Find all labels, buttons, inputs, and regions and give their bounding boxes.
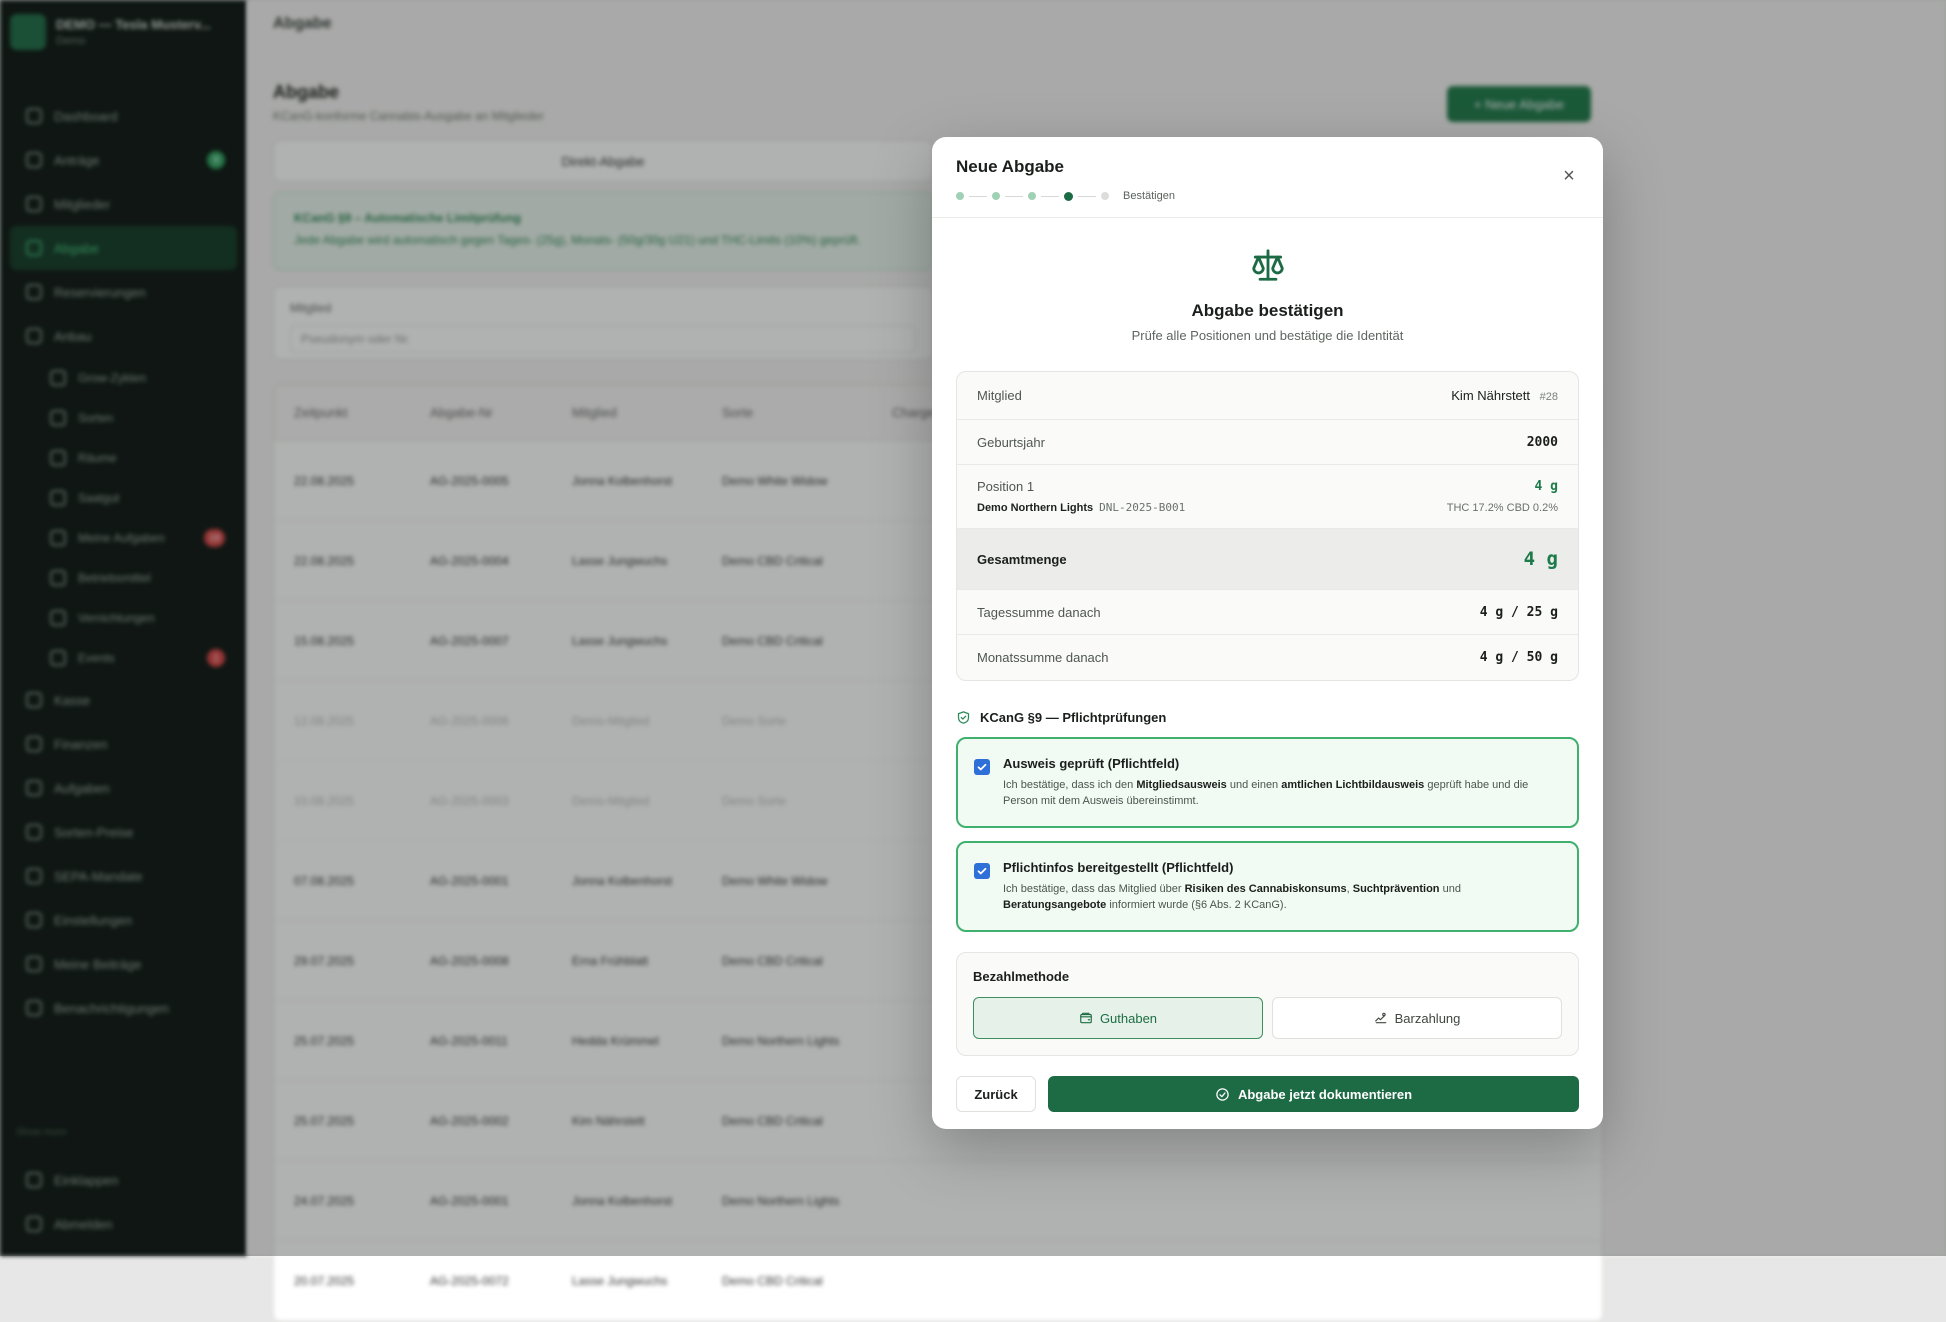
summary-monthly-row: Monatssumme danach 4 g / 50 g (957, 635, 1578, 680)
info-check-title: Pflichtinfos bereitgestellt (Pflichtfeld… (1003, 860, 1234, 875)
submit-label: Abgabe jetzt dokumentieren (1237, 1086, 1413, 1102)
text-bold: Risiken des Cannabiskonsums (1184, 883, 1347, 895)
step-connector (969, 195, 987, 197)
birthyear-label: Geburtsjahr (977, 434, 1045, 450)
submit-dispense-button[interactable]: Abgabe jetzt dokumentieren (1048, 1076, 1579, 1112)
text-bold: Suchtprävention (1352, 883, 1440, 895)
monthly-value: 4 g / 50 g (1479, 650, 1558, 665)
member-label: Mitglied (977, 388, 1022, 403)
daily-value: 4 g / 25 g (1479, 604, 1558, 620)
scale-icon (1251, 249, 1284, 281)
birthyear-value: 2000 (1526, 434, 1558, 450)
id-check-title: Ausweis geprüft (Pflichtfeld) (1003, 756, 1180, 771)
member-name: Kim Nährstett (1451, 388, 1531, 403)
position-amount: 4 g (1534, 479, 1558, 494)
pay-cash-button[interactable]: Barzahlung (1272, 997, 1562, 1039)
step-dot-2 (992, 192, 1000, 200)
modal-title: Neue Abgabe (956, 157, 1065, 176)
position-strain: Demo Northern Lights (977, 502, 1094, 514)
member-value: Kim Nährstett #28 (1451, 388, 1558, 403)
summary-member-row: Mitglied Kim Nährstett #28 (957, 372, 1578, 420)
pay-credit-label: Guthaben (1099, 1010, 1158, 1026)
checkbox-checked-icon[interactable] (974, 863, 990, 879)
summary-total-row: Gesamtmenge 4 g (957, 529, 1578, 590)
payment-options: Guthaben Barzahlung (973, 997, 1562, 1039)
info-check-text: Ich bestätige, dass das Mitglied über Ri… (1003, 881, 1559, 913)
info-check-card[interactable]: Pflichtinfos bereitgestellt (Pflichtfeld… (956, 841, 1579, 932)
summary-daily-row: Tagessumme danach 4 g / 25 g (957, 590, 1578, 635)
pay-cash-label: Barzahlung (1394, 1010, 1461, 1026)
daily-label: Tagessumme danach (977, 604, 1101, 620)
position-batch: DNL-2025-B001 (1099, 501, 1186, 514)
id-check-text: Ich bestätige, dass ich den Mitgliedsaus… (1003, 777, 1559, 809)
step-connector (1005, 195, 1023, 197)
step-dot-5 (1101, 192, 1109, 200)
text-part: Ich bestätige, dass das Mitglied über (1003, 883, 1185, 895)
monthly-label: Monatssumme danach (977, 650, 1109, 665)
kcang-section-title: KCanG §9 — Pflichtprüfungen (956, 710, 1579, 725)
confirm-title: Abgabe bestätigen (1191, 301, 1344, 320)
summary-position-row: Position 1 Demo Northern Lights DNL-2025-… (957, 465, 1578, 529)
close-icon[interactable]: × (1559, 166, 1579, 187)
text-part: Ich bestätige, dass ich den (1003, 779, 1137, 791)
wallet-icon (1080, 1012, 1092, 1024)
check-circle-icon (1216, 1087, 1229, 1101)
payment-method-section: Bezahlmethode Guthaben Barzahlung (956, 952, 1579, 1056)
table-cell-member: Lasse Jungwuchs (572, 1273, 668, 1288)
step-dot-current (1064, 191, 1073, 201)
kcang-title: KCanG §9 — Pflichtprüfungen (980, 710, 1167, 725)
table-cell-no: AG-2025-0072 (430, 1273, 509, 1288)
total-value: 4 g (1523, 548, 1558, 570)
table-cell-strain: Demo CBD Critical (722, 1273, 823, 1288)
checkbox-checked-icon[interactable] (974, 759, 990, 775)
step-connector (1078, 195, 1096, 197)
dispense-summary: Mitglied Kim Nährstett #28 Geburtsjahr 2… (956, 371, 1579, 681)
modal-footer: Zurück Abgabe jetzt dokumentieren (956, 1076, 1579, 1112)
pay-credit-button[interactable]: Guthaben (973, 997, 1263, 1039)
payment-title: Bezahlmethode (973, 969, 1070, 984)
text-bold: Mitgliedsausweis (1136, 779, 1227, 791)
position-label: Position 1 (977, 479, 1035, 494)
new-dispense-modal: Neue Abgabe Bestätigen × Abgabe bestätig… (932, 137, 1603, 1129)
table-cell-date: 20.07.2025 (294, 1273, 355, 1288)
step-label: Bestätigen (1123, 190, 1175, 202)
confirm-hero: Abgabe bestätigen Prüfe alle Positionen … (932, 218, 1603, 343)
text-part: informiert wurde (§6 Abs. 2 KCanG). (1106, 899, 1287, 911)
cash-icon (1374, 1012, 1386, 1024)
step-dot-1 (956, 192, 964, 200)
stepper: Bestätigen (956, 190, 1579, 202)
app-root: DEMO — Tesla Musterv... Demo Dashboard An… (0, 0, 1946, 1322)
text-bold: amtlichen Lichtbildausweis (1281, 779, 1425, 791)
text-bold: Beratungsangebote (1003, 899, 1107, 911)
text-part: und (1439, 883, 1461, 895)
summary-birthyear-row: Geburtsjahr 2000 (957, 420, 1578, 465)
step-connector (1041, 195, 1059, 197)
member-number: #28 (1539, 391, 1558, 403)
total-label: Gesamtmenge (977, 551, 1067, 567)
step-dot-3 (1028, 192, 1036, 200)
id-check-card[interactable]: Ausweis geprüft (Pflichtfeld) Ich bestät… (956, 737, 1579, 828)
confirm-subtitle: Prüfe alle Positionen und bestätige die … (1131, 328, 1404, 343)
back-button[interactable]: Zurück (956, 1076, 1036, 1112)
position-thc: THC 17.2% CBD 0.2% (1446, 502, 1558, 514)
text-part: und einen (1226, 779, 1282, 791)
shield-check-icon (957, 711, 970, 724)
modal-header: Neue Abgabe Bestätigen × (932, 137, 1603, 218)
